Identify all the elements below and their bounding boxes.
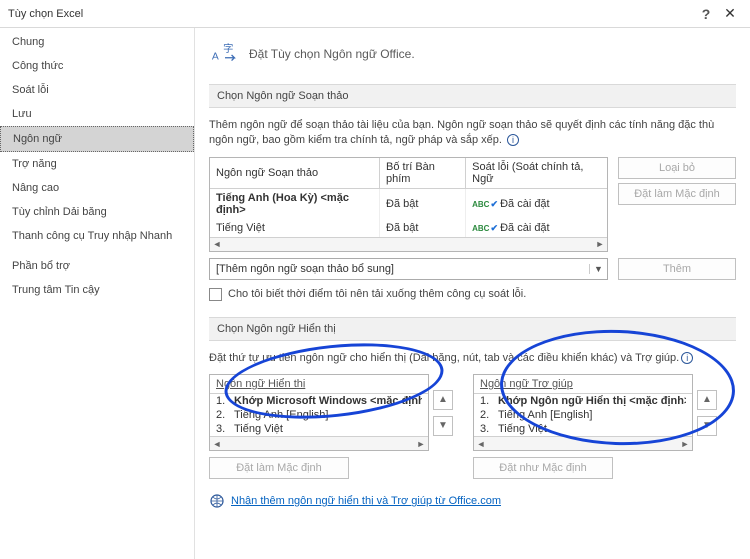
add-language-combo[interactable]: [Thêm ngôn ngữ soạn thảo bổ sung] ▼	[209, 258, 608, 280]
proofing-installed-icon: ABC	[472, 199, 497, 210]
sidebar-item-addins[interactable]: Phần bổ trợ	[0, 254, 194, 278]
help-language-list[interactable]: Ngôn ngữ Trợ giúp 1.Khớp Ngôn ngữ Hiển t…	[473, 374, 693, 451]
sidebar-item-customize-ribbon[interactable]: Tùy chỉnh Dải băng	[0, 200, 194, 224]
category-sidebar: Chung Công thức Soát lỗi Lưu Ngôn ngữ Tr…	[0, 28, 195, 559]
editing-language-table[interactable]: Ngôn ngữ Soạn thảo Bố trí Bàn phím Soát …	[209, 157, 608, 252]
sidebar-item-qat[interactable]: Thanh công cụ Truy nhập Nhanh	[0, 224, 194, 248]
close-button[interactable]: ✕	[718, 5, 742, 22]
sidebar-item-formulas[interactable]: Công thức	[0, 54, 194, 78]
sidebar-item-general[interactable]: Chung	[0, 30, 194, 54]
list-item[interactable]: 2.Tiếng Anh [English]	[474, 408, 692, 422]
editing-section-title: Chọn Ngôn ngữ Soạn thảo	[209, 84, 736, 108]
col-proofing: Soát lỗi (Soát chính tả, Ngữ	[466, 158, 607, 189]
set-default-help-button[interactable]: Đặt như Mặc định	[473, 457, 613, 479]
scroll-left-icon[interactable]: ◄	[210, 239, 224, 249]
info-icon[interactable]: i	[681, 352, 693, 364]
scroll-left-icon[interactable]: ◄	[210, 439, 224, 449]
move-up-button[interactable]: ▲	[433, 390, 453, 410]
list-item[interactable]: 3.Tiếng Việt	[210, 422, 428, 436]
add-button[interactable]: Thêm	[618, 258, 736, 280]
globe-icon	[209, 493, 225, 509]
col-keyboard: Bố trí Bàn phím	[380, 158, 466, 189]
h-scrollbar[interactable]: ◄ ►	[210, 237, 607, 251]
sidebar-item-save[interactable]: Lưu	[0, 102, 194, 126]
help-button[interactable]: ?	[694, 6, 718, 22]
svg-text:字: 字	[223, 42, 233, 55]
scroll-right-icon[interactable]: ►	[678, 439, 692, 449]
table-row[interactable]: Tiếng Anh (Hoa Kỳ) <mặc định> Đã bật ABC…	[210, 188, 607, 219]
svg-text:A: A	[212, 52, 219, 63]
table-row[interactable]: Tiếng Việt Đã bật ABC Đã cài đặt	[210, 219, 607, 237]
more-languages-link[interactable]: Nhận thêm ngôn ngữ hiển thị và Trợ giúp …	[231, 495, 501, 507]
col-language: Ngôn ngữ Soạn thảo	[210, 158, 380, 189]
set-default-button[interactable]: Đặt làm Mặc định	[618, 183, 736, 205]
h-scrollbar[interactable]: ◄ ►	[210, 436, 428, 450]
display-language-list[interactable]: Ngôn ngữ Hiển thị 1.Khớp Microsoft Windo…	[209, 374, 429, 451]
list-header: Ngôn ngữ Trợ giúp	[474, 375, 692, 394]
scroll-left-icon[interactable]: ◄	[474, 439, 488, 449]
proofing-installed-icon: ABC	[472, 223, 497, 234]
list-item[interactable]: 3.Tiếng Việt	[474, 422, 692, 436]
window-title: Tùy chọn Excel	[8, 8, 694, 20]
editing-section-desc: Thêm ngôn ngữ để soạn thảo tài liệu của …	[209, 118, 736, 149]
page-heading: Đặt Tùy chọn Ngôn ngữ Office.	[249, 47, 415, 61]
h-scrollbar[interactable]: ◄ ►	[474, 436, 692, 450]
proofing-download-checkbox[interactable]	[209, 288, 222, 301]
move-down-button[interactable]: ▼	[697, 416, 717, 436]
scroll-right-icon[interactable]: ►	[414, 439, 428, 449]
move-up-button[interactable]: ▲	[697, 390, 717, 410]
info-icon[interactable]: i	[507, 134, 519, 146]
remove-button[interactable]: Loại bỏ	[618, 157, 736, 179]
language-header-icon: A字	[209, 38, 241, 70]
list-item[interactable]: 2.Tiếng Anh [English]	[210, 408, 428, 422]
sidebar-item-proofing[interactable]: Soát lỗi	[0, 78, 194, 102]
main-panel: A字 Đặt Tùy chọn Ngôn ngữ Office. Chọn Ng…	[195, 28, 750, 559]
list-header: Ngôn ngữ Hiển thị	[210, 375, 428, 394]
list-item[interactable]: 1.Khớp Microsoft Windows <mặc định>	[210, 394, 428, 408]
display-section-desc: Đặt thứ tự ưu tiên ngôn ngữ cho hiển thị…	[209, 351, 736, 366]
chevron-down-icon[interactable]: ▼	[589, 264, 607, 274]
title-bar: Tùy chọn Excel ? ✕	[0, 0, 750, 28]
move-down-button[interactable]: ▼	[433, 416, 453, 436]
sidebar-item-language[interactable]: Ngôn ngữ	[0, 126, 194, 152]
list-item[interactable]: 1.Khớp Ngôn ngữ Hiển thị <mặc định>	[474, 394, 692, 408]
sidebar-item-accessibility[interactable]: Trợ năng	[0, 152, 194, 176]
combo-text: [Thêm ngôn ngữ soạn thảo bổ sung]	[210, 263, 589, 275]
sidebar-item-advanced[interactable]: Nâng cao	[0, 176, 194, 200]
scroll-right-icon[interactable]: ►	[593, 239, 607, 249]
display-section-title: Chọn Ngôn ngữ Hiển thị	[209, 317, 736, 341]
set-default-display-button[interactable]: Đặt làm Mặc định	[209, 457, 349, 479]
checkbox-label: Cho tôi biết thời điểm tôi nên tải xuống…	[228, 288, 526, 300]
sidebar-item-trust-center[interactable]: Trung tâm Tin cậy	[0, 278, 194, 302]
